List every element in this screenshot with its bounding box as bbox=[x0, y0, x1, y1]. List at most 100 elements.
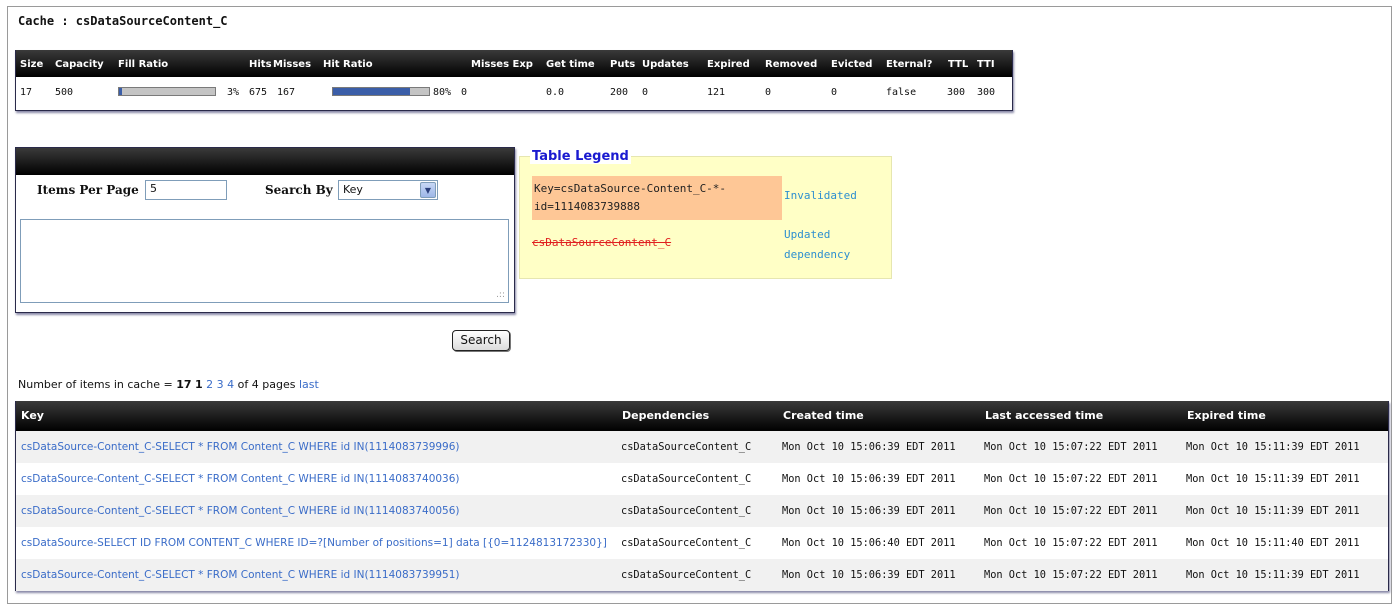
item-accessed-time: Mon Oct 10 15:07:22 EDT 2011 bbox=[984, 537, 1158, 549]
table-row: csDataSource-SELECT ID FROM CONTENT_C WH… bbox=[16, 527, 1388, 559]
items-per-page-label: Items Per Page bbox=[37, 183, 139, 197]
chevron-down-icon[interactable]: ▼ bbox=[420, 182, 436, 198]
item-expired-time: Mon Oct 10 15:11:39 EDT 2011 bbox=[1186, 569, 1360, 581]
stats-eternal: false bbox=[886, 87, 917, 98]
legend-invalidated-label: Invalidated bbox=[784, 189, 857, 202]
item-expired-time: Mon Oct 10 15:11:39 EDT 2011 bbox=[1186, 505, 1360, 517]
item-key-link[interactable]: csDataSource-SELECT ID FROM CONTENT_C WH… bbox=[21, 537, 607, 549]
item-key-link[interactable]: csDataSource-Content_C-SELECT * FROM Con… bbox=[21, 505, 460, 517]
items-header-accessed: Last accessed time bbox=[985, 409, 1104, 422]
stats-header-removed: Removed bbox=[765, 59, 818, 70]
item-accessed-time: Mon Oct 10 15:07:22 EDT 2011 bbox=[984, 505, 1158, 517]
stats-tti: 300 bbox=[977, 87, 996, 98]
stats-expired: 121 bbox=[707, 87, 726, 98]
stats-header-hit-ratio: Hit Ratio bbox=[323, 59, 373, 70]
search-by-select[interactable]: Key ▼ bbox=[338, 180, 438, 200]
table-row: csDataSource-Content_C-SELECT * FROM Con… bbox=[16, 559, 1388, 591]
stats-hits: 675 bbox=[249, 87, 268, 98]
legend-title: Table Legend bbox=[530, 149, 631, 164]
stats-header-puts: Puts bbox=[610, 59, 636, 70]
items-header-dependencies: Dependencies bbox=[622, 409, 710, 422]
table-row: csDataSource-Content_C-SELECT * FROM Con… bbox=[16, 463, 1388, 495]
item-created-time: Mon Oct 10 15:06:39 EDT 2011 bbox=[782, 473, 956, 485]
search-textarea[interactable]: .:: bbox=[20, 219, 509, 303]
search-by-label: Search By bbox=[265, 183, 333, 197]
stats-header-updates: Updates bbox=[642, 59, 689, 70]
stats-ttl: 300 bbox=[947, 87, 966, 98]
table-row: csDataSource-Content_C-SELECT * FROM Con… bbox=[16, 495, 1388, 527]
item-dependencies: csDataSourceContent_C bbox=[621, 505, 752, 517]
item-expired-time: Mon Oct 10 15:11:39 EDT 2011 bbox=[1186, 441, 1360, 453]
stats-misses: 167 bbox=[277, 87, 296, 98]
pager-current-page: 1 bbox=[195, 378, 203, 391]
stats-removed: 0 bbox=[765, 87, 772, 98]
item-accessed-time: Mon Oct 10 15:07:22 EDT 2011 bbox=[984, 569, 1158, 581]
item-key-link[interactable]: csDataSource-Content_C-SELECT * FROM Con… bbox=[21, 569, 460, 581]
stats-value-row: 17 500 3% 675 167 80% 0 0.0 200 0 121 0 … bbox=[16, 77, 1012, 110]
legend-invalidated-key: Key=csDataSource-Content_C-*-id=11140837… bbox=[532, 176, 782, 220]
hit-ratio-bar-fill bbox=[333, 88, 410, 95]
page-title: Cache : csDataSourceContent_C bbox=[18, 14, 228, 28]
items-header-key: Key bbox=[21, 409, 44, 422]
item-created-time: Mon Oct 10 15:06:40 EDT 2011 bbox=[782, 537, 956, 549]
search-by-value: Key bbox=[343, 183, 363, 196]
item-key-link[interactable]: csDataSource-Content_C-SELECT * FROM Con… bbox=[21, 473, 460, 485]
legend-updated-key: csDataSourceContent_C bbox=[532, 236, 672, 249]
pager-prefix: Number of items in cache = bbox=[18, 378, 173, 391]
stats-header-get-time: Get time bbox=[546, 59, 595, 70]
item-accessed-time: Mon Oct 10 15:07:22 EDT 2011 bbox=[984, 473, 1158, 485]
stats-size: 17 bbox=[20, 87, 33, 98]
item-dependencies: csDataSourceContent_C bbox=[621, 473, 752, 485]
items-body: csDataSource-Content_C-SELECT * FROM Con… bbox=[16, 431, 1388, 591]
items-header-row: Key Dependencies Created time Last acces… bbox=[16, 401, 1388, 431]
stats-header-size: Size bbox=[20, 59, 44, 70]
stats-header-evicted: Evicted bbox=[831, 59, 873, 70]
stats-header-row: Size Capacity Fill Ratio Hits Misses Hit… bbox=[16, 50, 1012, 77]
cache-stats-table: Size Capacity Fill Ratio Hits Misses Hit… bbox=[15, 50, 1013, 111]
fill-ratio-bar-fill bbox=[119, 88, 122, 95]
item-created-time: Mon Oct 10 15:06:39 EDT 2011 bbox=[782, 505, 956, 517]
item-created-time: Mon Oct 10 15:06:39 EDT 2011 bbox=[782, 569, 956, 581]
stats-header-hits: Hits bbox=[249, 59, 272, 70]
stats-header-ttl: TTL bbox=[948, 59, 969, 70]
search-button[interactable]: Search bbox=[452, 330, 510, 351]
search-panel-header bbox=[16, 148, 514, 175]
fill-ratio-bar bbox=[118, 87, 216, 96]
stats-header-eternal: Eternal? bbox=[886, 59, 933, 70]
resize-grip-icon[interactable]: .:: bbox=[496, 290, 505, 300]
stats-header-expired: Expired bbox=[707, 59, 750, 70]
table-row: csDataSource-Content_C-SELECT * FROM Con… bbox=[16, 431, 1388, 463]
stats-capacity: 500 bbox=[55, 87, 74, 98]
stats-hit-ratio-text: 80% bbox=[433, 87, 452, 98]
pager-link-page-3[interactable]: 3 bbox=[217, 378, 224, 391]
stats-header-misses-exp: Misses Exp bbox=[471, 59, 533, 70]
item-created-time: Mon Oct 10 15:06:39 EDT 2011 bbox=[782, 441, 956, 453]
stats-puts: 200 bbox=[610, 87, 629, 98]
stats-fill-ratio-text: 3% bbox=[227, 87, 240, 98]
pager-link-page-4[interactable]: 4 bbox=[227, 378, 234, 391]
stats-updates: 0 bbox=[642, 87, 649, 98]
items-per-page-input[interactable]: 5 bbox=[145, 180, 227, 200]
pager-link-page-2[interactable]: 2 bbox=[206, 378, 213, 391]
item-dependencies: csDataSourceContent_C bbox=[621, 537, 752, 549]
pager-count: 17 bbox=[176, 378, 192, 391]
hit-ratio-bar bbox=[332, 87, 430, 96]
stats-header-fill-ratio: Fill Ratio bbox=[118, 59, 169, 70]
pager-link-last[interactable]: last bbox=[299, 378, 319, 391]
item-key-link[interactable]: csDataSource-Content_C-SELECT * FROM Con… bbox=[21, 441, 460, 453]
stats-misses-exp: 0 bbox=[461, 87, 468, 98]
legend-updated-label: Updated dependency bbox=[784, 228, 851, 261]
item-accessed-time: Mon Oct 10 15:07:22 EDT 2011 bbox=[984, 441, 1158, 453]
stats-header-misses: Misses bbox=[273, 59, 312, 70]
stats-get-time: 0.0 bbox=[546, 87, 565, 98]
items-header-created: Created time bbox=[783, 409, 864, 422]
stats-header-capacity: Capacity bbox=[55, 59, 104, 70]
item-expired-time: Mon Oct 10 15:11:40 EDT 2011 bbox=[1186, 537, 1360, 549]
items-header-expired: Expired time bbox=[1187, 409, 1266, 422]
cache-items-table: Key Dependencies Created time Last acces… bbox=[15, 401, 1389, 591]
item-dependencies: csDataSourceContent_C bbox=[621, 569, 752, 581]
stats-evicted: 0 bbox=[831, 87, 838, 98]
stats-header-tti: TTI bbox=[977, 59, 995, 70]
table-legend: Key=csDataSource-Content_C-*-id=11140837… bbox=[519, 156, 892, 279]
item-expired-time: Mon Oct 10 15:11:39 EDT 2011 bbox=[1186, 473, 1360, 485]
